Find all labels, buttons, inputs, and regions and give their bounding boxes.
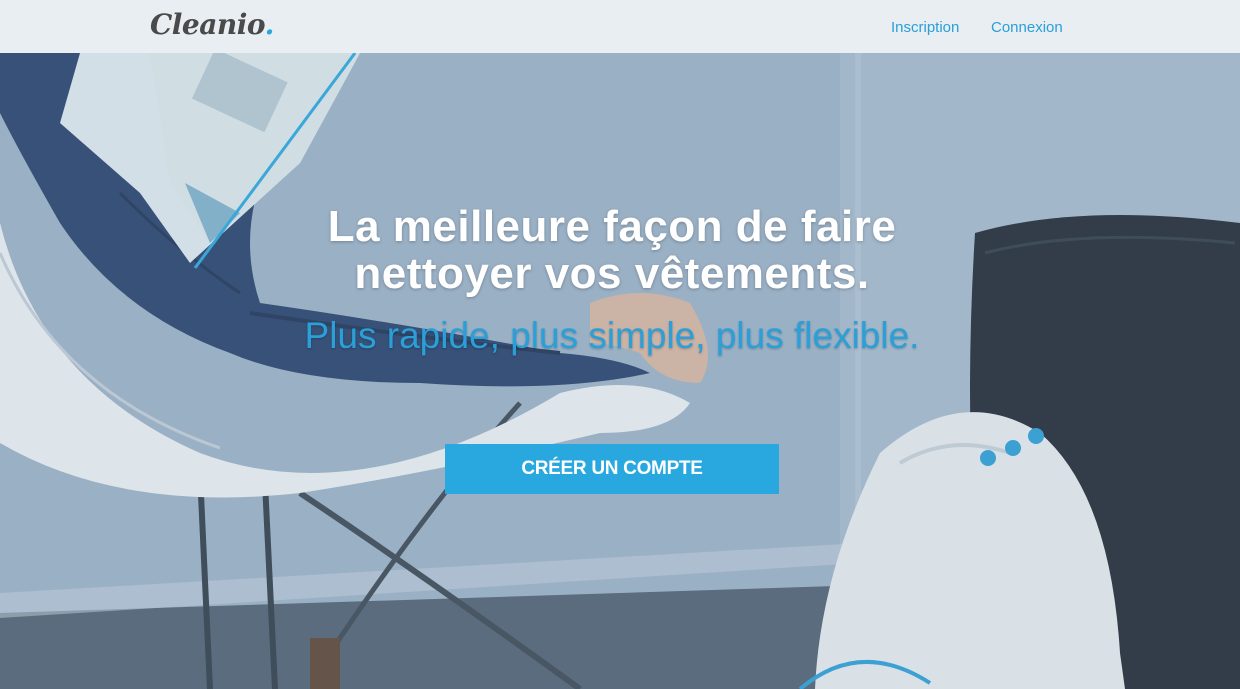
hero-tagline: Plus rapide, plus simple, plus flexible. bbox=[304, 315, 920, 356]
create-account-button[interactable]: CRÉER UN COMPTE bbox=[445, 444, 779, 494]
hero-headline-line-1: La meilleure façon de faire bbox=[327, 202, 897, 251]
hero-section: La meilleure façon de faire nettoyer vos… bbox=[0, 53, 1240, 689]
hero-headline: La meilleure façon de faire nettoyer vos… bbox=[250, 203, 974, 297]
top-navigation-bar: Cleanio. Inscription Connexion bbox=[0, 0, 1240, 53]
logo-text: Cleanio bbox=[150, 8, 265, 41]
logo-dot: . bbox=[264, 8, 275, 41]
hero-background-photo bbox=[0, 53, 1240, 689]
hero-headline-line-2: nettoyer vos vêtements. bbox=[354, 249, 870, 298]
cleanio-logo[interactable]: Cleanio. bbox=[150, 8, 274, 41]
login-link[interactable]: Connexion bbox=[991, 19, 1063, 36]
signup-link[interactable]: Inscription bbox=[891, 19, 959, 36]
